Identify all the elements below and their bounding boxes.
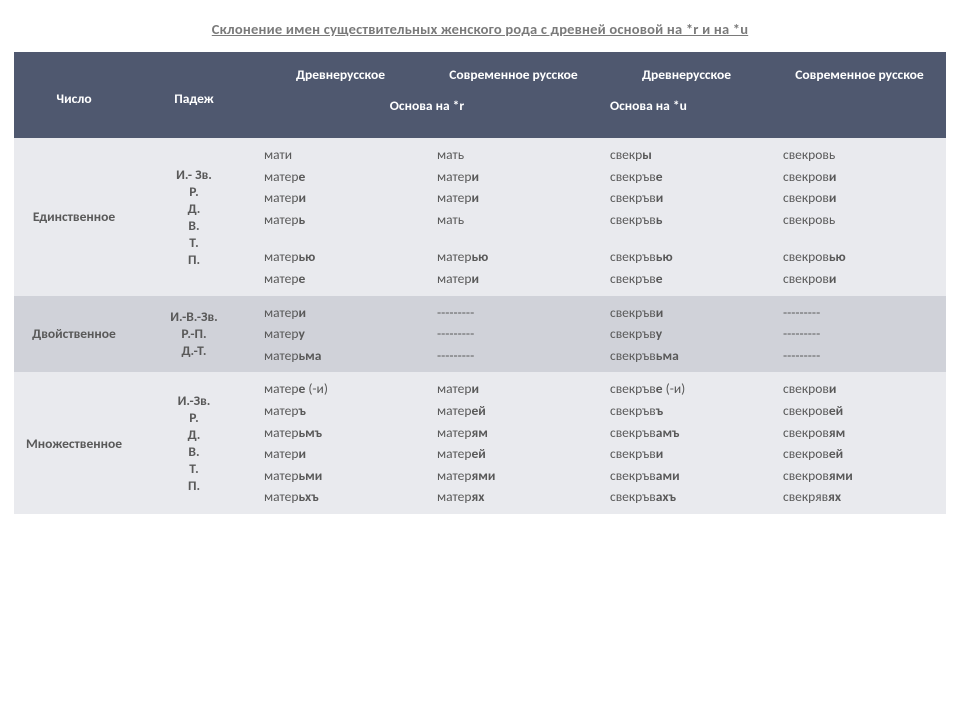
header-modern-u: Современное русское bbox=[773, 52, 946, 91]
header-number: Число bbox=[14, 52, 134, 138]
row-number-label: Множественное bbox=[14, 372, 134, 514]
page-title: Склонение имен существительных женского … bbox=[14, 20, 946, 38]
cell-modern-u: --------------------------- bbox=[773, 296, 946, 373]
cell-old-u: свекръвисвекръвусвекръвьма bbox=[600, 296, 773, 373]
table-row: Множественное И.-Зв.Р.Д.В.Т.П. матере (-… bbox=[14, 372, 946, 514]
subheader-basis-u: Основа на *u bbox=[600, 91, 946, 138]
table-row: Единственное И.- Зв.Р.Д.В.Т.П. матиматер… bbox=[14, 138, 946, 296]
row-number-label: Единственное bbox=[14, 138, 134, 296]
document-page: Склонение имен существительных женского … bbox=[0, 0, 960, 534]
cell-modern-u: свекровисвекровейсвекровямсвекровейсвекр… bbox=[773, 372, 946, 514]
row-cases: И.- Зв.Р.Д.В.Т.П. bbox=[134, 138, 254, 296]
cell-old-u: свекръве (-и)свекръвъсвекръвамъсвекръвис… bbox=[600, 372, 773, 514]
cell-modern-r: матьматериматериматьматерьюматери bbox=[427, 138, 600, 296]
header-old-r: Древнерусское bbox=[254, 52, 427, 91]
row-number-label: Двойственное bbox=[14, 296, 134, 373]
cell-modern-r: матери матерейматерямматерей матерямимат… bbox=[427, 372, 600, 514]
table-row: Двойственное И.-В.-Зв.Р.-П.Д.-Т. материм… bbox=[14, 296, 946, 373]
subheader-basis-r: Основа на *r bbox=[254, 91, 600, 138]
header-modern-r: Современное русское bbox=[427, 52, 600, 91]
row-cases: И.-В.-Зв.Р.-П.Д.-Т. bbox=[134, 296, 254, 373]
cell-old-r: матере (-и) матеръматерьмъматери матерьм… bbox=[254, 372, 427, 514]
cell-old-r: материматеруматерьма bbox=[254, 296, 427, 373]
table-body: Единственное И.- Зв.Р.Д.В.Т.П. матиматер… bbox=[14, 138, 946, 514]
cell-old-r: матиматерематериматерьматерьюматере bbox=[254, 138, 427, 296]
table-header: Число Падеж Древнерусское Современное ру… bbox=[14, 52, 946, 138]
header-old-u: Древнерусское bbox=[600, 52, 773, 91]
cell-modern-u: свекровьсвекровисвекровисвекровьсвекровь… bbox=[773, 138, 946, 296]
cell-old-u: свекрысвекръвесвекръвисвекръвьсвекръвьюс… bbox=[600, 138, 773, 296]
cell-modern-r: --------------------------- bbox=[427, 296, 600, 373]
row-cases: И.-Зв.Р.Д.В.Т.П. bbox=[134, 372, 254, 514]
header-case: Падеж bbox=[134, 52, 254, 138]
declension-table: Число Падеж Древнерусское Современное ру… bbox=[14, 52, 946, 514]
